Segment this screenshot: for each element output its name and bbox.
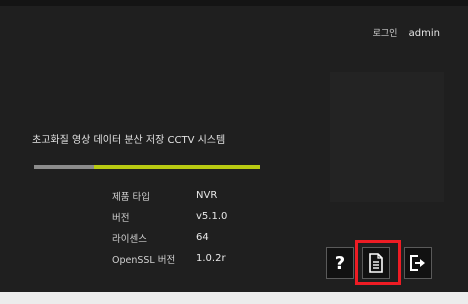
top-frame bbox=[0, 0, 468, 6]
spec-value: NVR bbox=[196, 190, 218, 201]
help-button[interactable]: ? bbox=[326, 247, 354, 279]
progress-segment-start bbox=[34, 165, 94, 169]
login-status: 로그인 admin bbox=[373, 26, 440, 39]
system-title: 초고화질 영상 데이터 분산 저장 CCTV 시스템 bbox=[32, 135, 226, 146]
logout-icon bbox=[410, 255, 425, 271]
username: admin bbox=[408, 28, 440, 39]
spec-label: 라이센스 bbox=[112, 233, 147, 245]
product-info: 제품 타입 NVR 버전 v5.1.0 라이센스 64 OpenSSL 버전 1… bbox=[112, 185, 227, 269]
login-label: 로그인 bbox=[372, 29, 398, 39]
spec-row-license: 라이센스 64 bbox=[112, 227, 227, 248]
question-mark-icon: ? bbox=[334, 252, 346, 274]
spec-value: 1.0.2r bbox=[196, 253, 226, 264]
progress-bar bbox=[34, 165, 260, 169]
spec-label: OpenSSL 버전 bbox=[112, 254, 176, 266]
spec-row-product-type: 제품 타입 NVR bbox=[112, 185, 227, 206]
spec-label: 버전 bbox=[112, 212, 130, 224]
spec-label: 제품 타입 bbox=[112, 191, 150, 203]
main-screen: 로그인 admin 초고화질 영상 데이터 분산 저장 CCTV 시스템 제품 … bbox=[0, 0, 468, 304]
highlight-box bbox=[355, 240, 401, 285]
side-panel bbox=[330, 72, 444, 202]
logout-button[interactable] bbox=[404, 247, 432, 279]
spec-value: 64 bbox=[196, 232, 209, 243]
spec-row-openssl: OpenSSL 버전 1.0.2r bbox=[112, 248, 227, 269]
spec-row-version: 버전 v5.1.0 bbox=[112, 206, 227, 227]
progress-segment-fill bbox=[94, 165, 260, 169]
bottom-strip bbox=[0, 292, 468, 304]
spec-value: v5.1.0 bbox=[196, 211, 228, 222]
